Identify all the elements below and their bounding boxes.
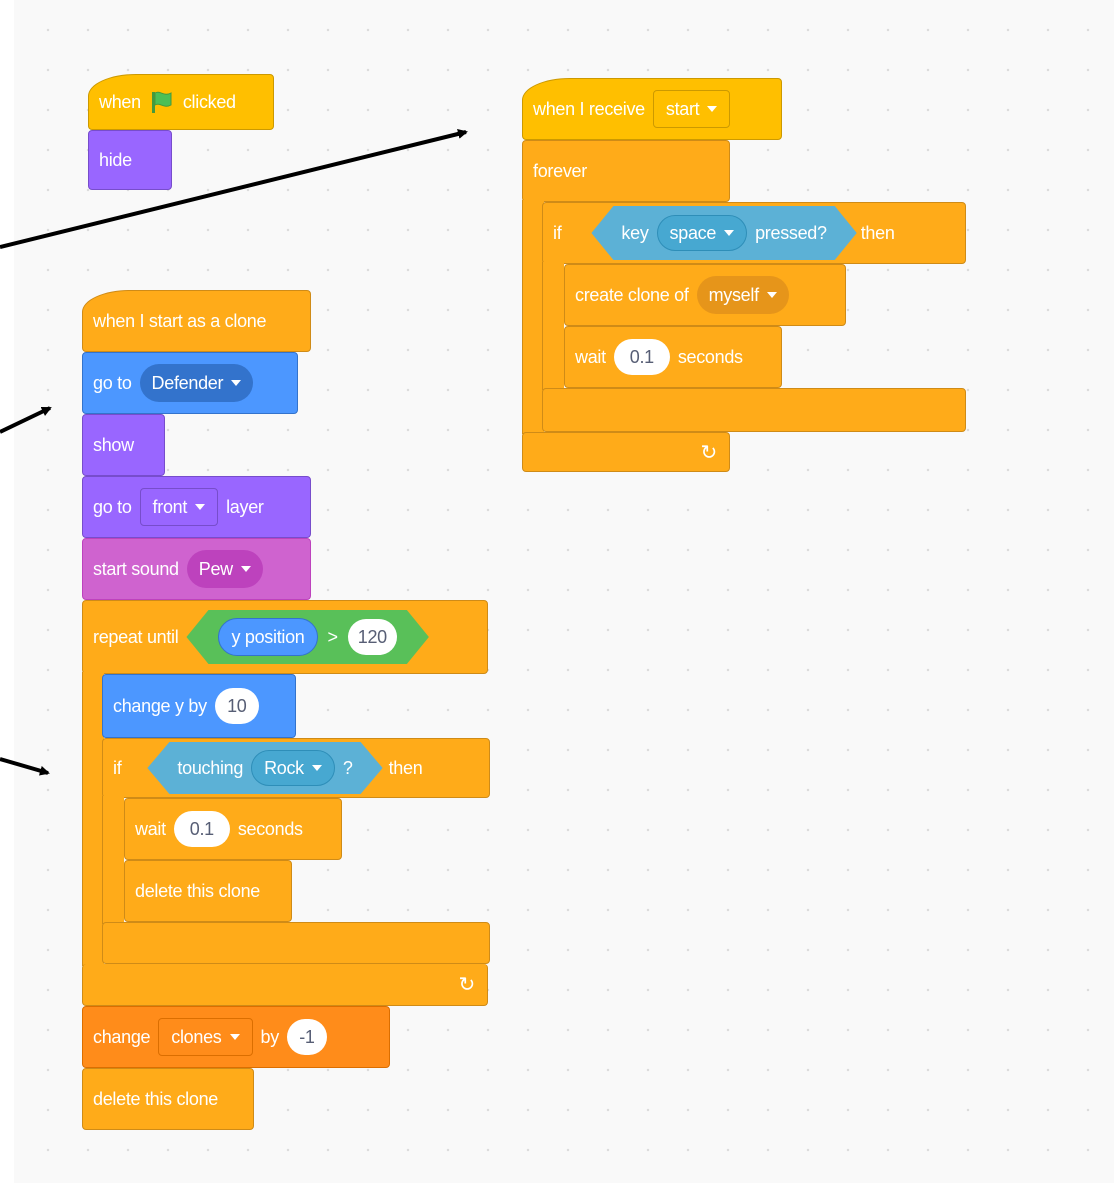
arrow-to-receive-script	[0, 129, 468, 249]
arrow-to-go-to-block	[0, 406, 52, 434]
arrow-to-if-touching	[0, 757, 50, 776]
annotation-arrows	[0, 129, 468, 776]
